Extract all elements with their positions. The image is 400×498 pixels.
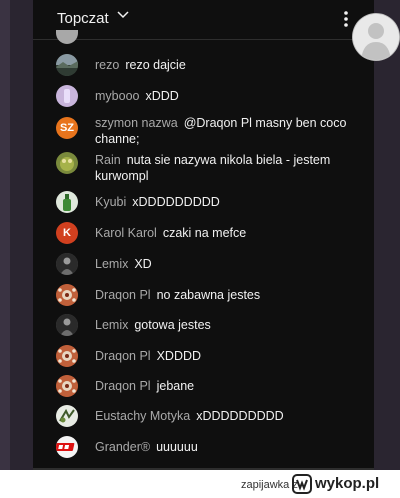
- message-author[interactable]: Draqon Pl: [95, 379, 151, 393]
- message-author[interactable]: rezo: [95, 58, 119, 72]
- avatar: [56, 30, 78, 44]
- message-text: xDDDDDDDDD: [132, 195, 220, 209]
- message-author[interactable]: mybooo: [95, 89, 139, 103]
- message-text: XDDDD: [156, 349, 202, 363]
- message-text: xDDDDDDDDD: [196, 409, 284, 423]
- default-profile-avatar[interactable]: [353, 14, 399, 60]
- figure-avatar-icon: [56, 314, 78, 336]
- pattern-avatar-icon: [56, 375, 78, 397]
- more-options-icon[interactable]: [343, 10, 349, 28]
- message-text: rezo dajcie: [125, 58, 186, 72]
- message-author[interactable]: Karol Karol: [95, 226, 157, 240]
- chevron-down-icon[interactable]: [117, 10, 129, 20]
- message-text: uuuuuu: [156, 440, 198, 454]
- chat-mode-dropdown[interactable]: Topczat: [57, 10, 109, 27]
- figure-avatar-icon: [56, 253, 78, 275]
- landscape-avatar-icon: [56, 54, 78, 76]
- message-author[interactable]: Draqon Pl: [95, 288, 151, 302]
- wykop-logo-icon: [292, 474, 312, 494]
- message-text: czaki na mefce: [162, 226, 247, 240]
- avatar-initials: K: [56, 222, 78, 244]
- message-author[interactable]: Draqon Pl: [95, 349, 151, 363]
- frog-avatar-icon: [56, 152, 78, 174]
- avatar-initials: SZ: [56, 117, 78, 139]
- message-author[interactable]: Eustachy Motyka: [95, 409, 190, 423]
- message-text: XD: [134, 257, 152, 271]
- message-text: xDDD: [145, 89, 179, 103]
- gr-logo-avatar-icon: [56, 436, 78, 458]
- lavender-avatar-icon: [56, 85, 78, 107]
- background-strip: [0, 0, 10, 470]
- message-text: no zabawna jestes: [156, 288, 261, 302]
- message-author[interactable]: Lemix: [95, 318, 128, 332]
- watermark-site: wykop.pl: [315, 475, 380, 492]
- watermark-text: zapijawka z: [241, 479, 298, 491]
- watermark-bar: zapijawka z wykop.pl: [0, 470, 400, 498]
- message-text: nuta sie nazywa nikola biela - jestem ku…: [95, 153, 331, 183]
- message-author[interactable]: Grander®: [95, 440, 150, 454]
- message-author[interactable]: Lemix: [95, 257, 128, 271]
- user-silhouette-icon: [353, 14, 399, 60]
- message-author[interactable]: Rain: [95, 153, 121, 167]
- pattern-avatar-icon: [56, 284, 78, 306]
- live-chat-panel: Topczat rezo rezo dajcie mybooo xDDD SZ …: [33, 0, 374, 470]
- message-text: jebane: [156, 379, 195, 393]
- chat-header: Topczat: [33, 0, 374, 40]
- message-author[interactable]: szymon nazwa: [95, 116, 178, 130]
- drawing-avatar-icon: [56, 405, 78, 427]
- message-author[interactable]: Kyubi: [95, 195, 126, 209]
- message-text: gotowa jestes: [134, 318, 211, 332]
- bottle-avatar-icon: [56, 191, 78, 213]
- pattern-avatar-icon: [56, 345, 78, 367]
